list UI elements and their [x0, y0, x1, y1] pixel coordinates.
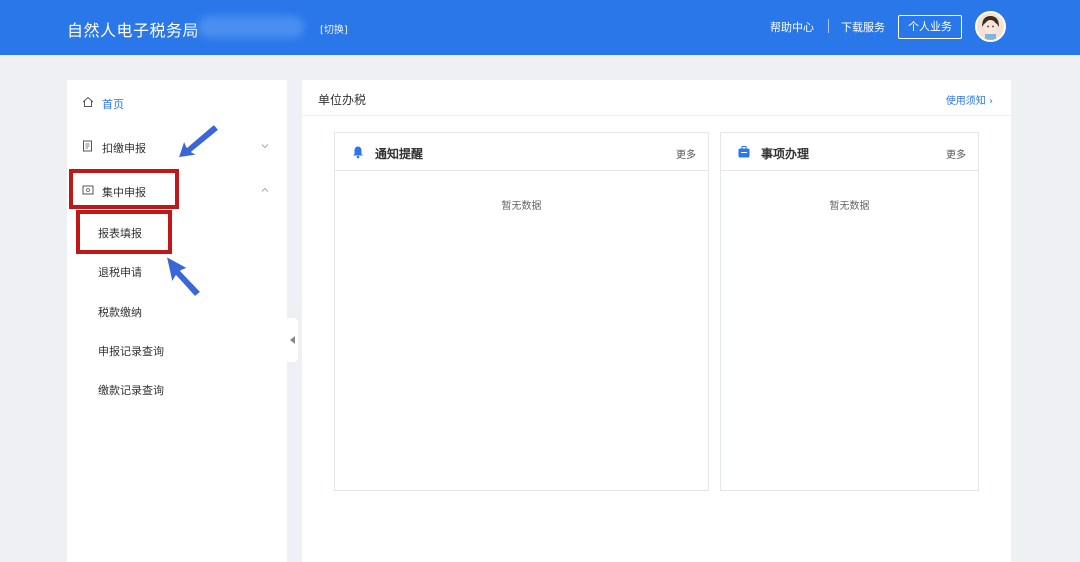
matter-card: 事项办理 更多 暂无数据 [720, 132, 979, 491]
switch-link[interactable]: [切换] [320, 21, 348, 36]
document-icon [83, 140, 92, 152]
empty-state: 暂无数据 [501, 201, 542, 212]
card-title: 事项办理 [761, 147, 810, 161]
card-title: 通知提醒 [375, 147, 424, 161]
annotation-arrow-icon [177, 123, 220, 159]
help-center-link[interactable]: 帮助中心 [770, 19, 814, 35]
download-service-link[interactable]: 下载服务 [841, 19, 885, 35]
caret-left-icon [290, 336, 295, 344]
divider [828, 19, 829, 33]
empty-state: 暂无数据 [829, 201, 870, 212]
more-link[interactable]: 更多 [676, 146, 696, 161]
sub-item-payment-records[interactable]: 缴款记录查询 [98, 382, 164, 398]
sub-item-declaration-records[interactable]: 申报记录查询 [98, 343, 164, 359]
sidebar-item-home[interactable]: 首页 [82, 96, 262, 111]
chevron-up-icon [261, 187, 269, 192]
personal-business-button[interactable]: 个人业务 [898, 15, 962, 39]
blurred-user-info [198, 16, 304, 38]
sub-item-report-fill[interactable]: 报表填报 [98, 225, 142, 241]
sidebar-item-label: 集中申报 [102, 186, 146, 199]
chevron-down-icon [261, 144, 269, 149]
site-title: 自然人电子税务局 [67, 21, 200, 40]
home-icon [82, 96, 94, 107]
annotation-arrow-icon [165, 255, 202, 298]
top-bar: 自然人电子税务局 [切换] 帮助中心 下载服务 个人业务 [0, 0, 1080, 55]
avatar[interactable] [975, 11, 1006, 42]
more-link[interactable]: 更多 [946, 146, 966, 161]
page-title: 单位办税 [318, 93, 367, 107]
sidebar-item-central[interactable]: 集中申报 [82, 184, 272, 199]
sidebar-item-label: 首页 [102, 98, 124, 111]
card-header: 事项办理 更多 [721, 133, 978, 171]
main-header: 单位办税 使用须知 › [302, 80, 1011, 116]
card-header: 通知提醒 更多 [335, 133, 708, 171]
sub-item-tax-payment[interactable]: 税款缴纳 [98, 304, 142, 320]
briefcase-icon [738, 146, 750, 158]
sub-item-refund[interactable]: 退税申请 [98, 264, 142, 280]
sidebar-item-label: 扣缴申报 [102, 142, 146, 155]
notice-card: 通知提醒 更多 暂无数据 [334, 132, 709, 491]
usage-notice-link[interactable]: 使用须知 › [946, 92, 993, 107]
avatar-face-icon [977, 13, 1004, 40]
sidebar-collapse-toggle[interactable] [287, 318, 298, 362]
report-icon [82, 185, 94, 195]
bell-icon [353, 146, 363, 159]
